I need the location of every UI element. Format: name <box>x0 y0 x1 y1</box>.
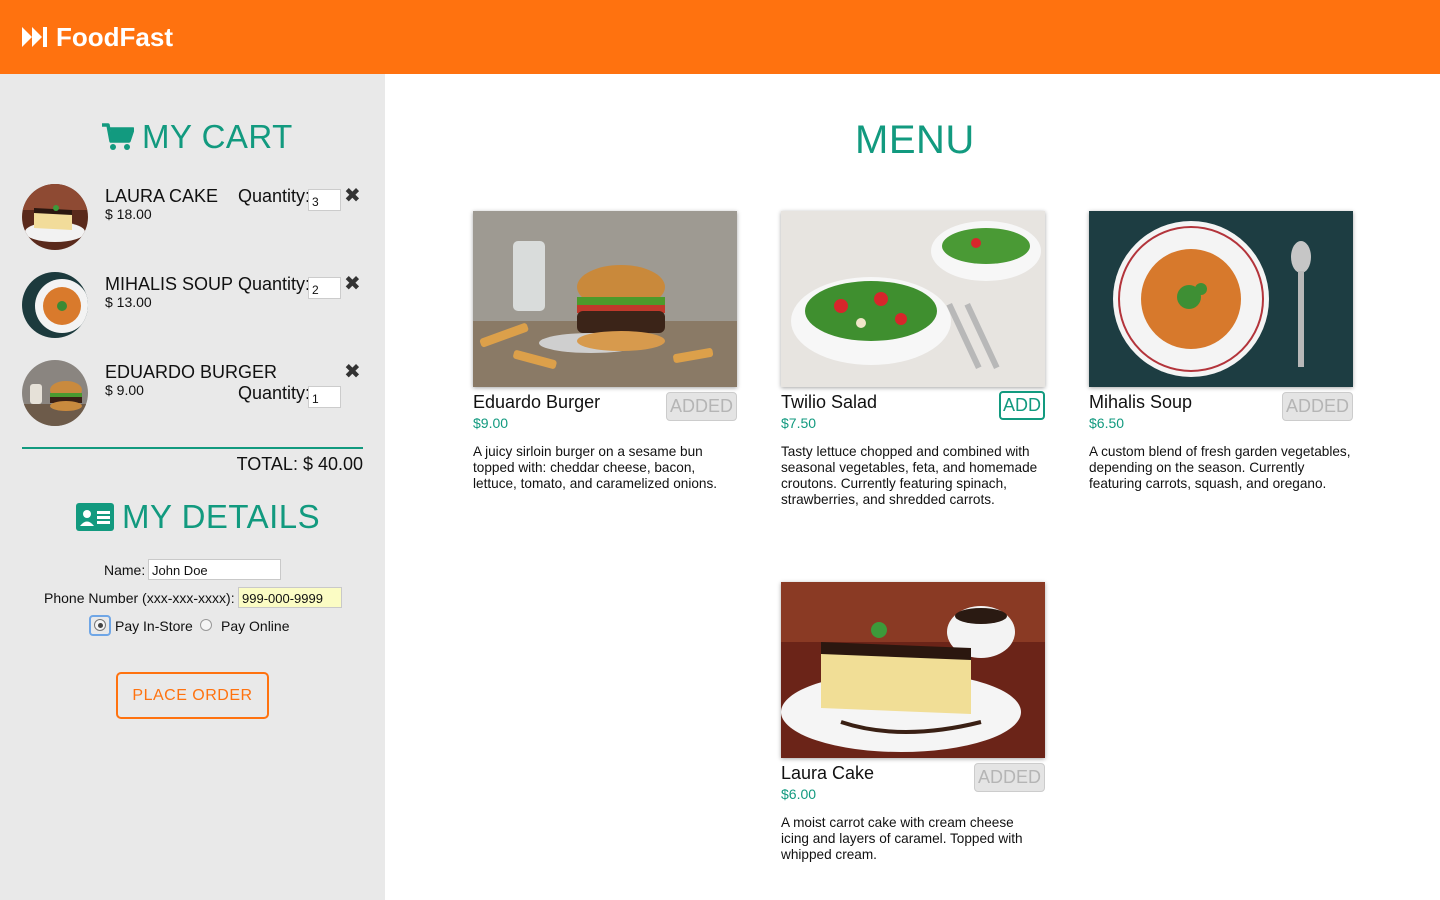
app-header: FoodFast <box>0 0 1440 74</box>
sidebar: MY CART LAURA CAKE $ 18.00 Quantity: 3 ✖ <box>0 74 385 900</box>
pay-instore-radio[interactable] <box>94 619 106 631</box>
menu-item-name: Laura Cake <box>781 763 875 783</box>
close-icon[interactable]: ✖ <box>344 274 361 294</box>
menu-item-price: $7.50 <box>781 415 817 431</box>
cart-total: TOTAL: $ 40.00 <box>236 454 363 474</box>
app-logo[interactable]: FoodFast <box>22 22 173 53</box>
cart-item-name: LAURA CAKE <box>105 186 219 206</box>
cart-item-thumbnail <box>22 360 88 426</box>
menu-card: Eduardo Burger $9.00 ADDED A juicy sirlo… <box>473 211 737 491</box>
details-title: MY DETAILS <box>122 498 321 535</box>
pay-online-label: Pay Online <box>221 618 290 634</box>
details-heading: MY DETAILS <box>76 498 320 536</box>
shopping-cart-icon <box>102 123 134 150</box>
cart-item-name: EDUARDO BURGER <box>105 362 278 382</box>
menu-card: Laura Cake $6.00 ADDED A moist carrot ca… <box>781 582 1045 862</box>
quantity-input[interactable]: 1 <box>308 386 341 408</box>
menu-item-image <box>781 211 1045 387</box>
phone-label: Phone Number (xxx-xxx-xxxx): <box>44 590 235 606</box>
close-icon[interactable]: ✖ <box>344 362 361 382</box>
fast-forward-icon <box>22 27 47 47</box>
name-label: Name: <box>104 562 146 578</box>
menu-item-price: $9.00 <box>473 415 509 431</box>
cart-item: EDUARDO BURGER $ 9.00 Quantity: 1 ✖ <box>22 360 367 430</box>
added-button[interactable]: ADDED <box>666 392 737 421</box>
cart-heading: MY CART <box>102 118 293 156</box>
menu-item-description: A moist carrot cake with cream cheese ic… <box>781 815 1023 862</box>
pay-online-radio[interactable] <box>200 619 212 631</box>
phone-field[interactable]: 999-000-9999 <box>238 587 342 608</box>
menu-item-price: $6.50 <box>1089 415 1125 431</box>
cart-item-thumbnail <box>22 184 88 250</box>
menu-item-image <box>781 582 1045 758</box>
cart-item-name: MIHALIS SOUP <box>105 274 234 294</box>
app-name: FoodFast <box>56 21 173 52</box>
pay-instore-label: Pay In-Store <box>115 618 193 634</box>
cart-item: LAURA CAKE $ 18.00 Quantity: 3 ✖ <box>22 184 367 254</box>
menu-item-image <box>473 211 737 387</box>
added-button[interactable]: ADDED <box>1282 392 1353 421</box>
quantity-input[interactable]: 3 <box>308 189 341 211</box>
cart-item-price: $ 18.00 <box>105 206 152 222</box>
menu-item-description: A custom blend of fresh garden vegetable… <box>1089 444 1351 491</box>
place-order-button[interactable]: PLACE ORDER <box>116 672 269 719</box>
cart-item-price: $ 9.00 <box>105 382 144 398</box>
cart-item-price: $ 13.00 <box>105 294 152 310</box>
menu-item-description: A juicy sirloin burger on a sesame bun t… <box>473 444 718 491</box>
menu-item-image <box>1089 211 1353 387</box>
cart-divider <box>22 447 363 449</box>
menu-item-name: Twilio Salad <box>781 392 878 412</box>
cart-title: MY CART <box>142 118 293 155</box>
quantity-label: Quantity: <box>238 274 311 294</box>
menu-item-description: Tasty lettuce chopped and combined with … <box>781 444 1038 507</box>
menu-card: Mihalis Soup $6.50 ADDED A custom blend … <box>1089 211 1353 491</box>
menu-title: MENU <box>855 118 975 162</box>
menu-item-name: Mihalis Soup <box>1089 392 1193 412</box>
menu-item-price: $6.00 <box>781 786 817 802</box>
menu-item-name: Eduardo Burger <box>473 392 601 412</box>
add-button[interactable]: ADD <box>999 391 1045 420</box>
quantity-label: Quantity: <box>238 186 311 206</box>
name-field[interactable]: John Doe <box>148 559 281 580</box>
cart-item-thumbnail <box>22 272 88 338</box>
added-button[interactable]: ADDED <box>974 763 1045 792</box>
quantity-label: Quantity: <box>238 383 311 403</box>
id-card-icon <box>76 503 114 531</box>
close-icon[interactable]: ✖ <box>344 186 361 206</box>
menu-card: Twilio Salad $7.50 ADD Tasty lettuce cho… <box>781 211 1045 507</box>
cart-item: MIHALIS SOUP $ 13.00 Quantity: 2 ✖ <box>22 272 367 342</box>
quantity-input[interactable]: 2 <box>308 277 341 299</box>
